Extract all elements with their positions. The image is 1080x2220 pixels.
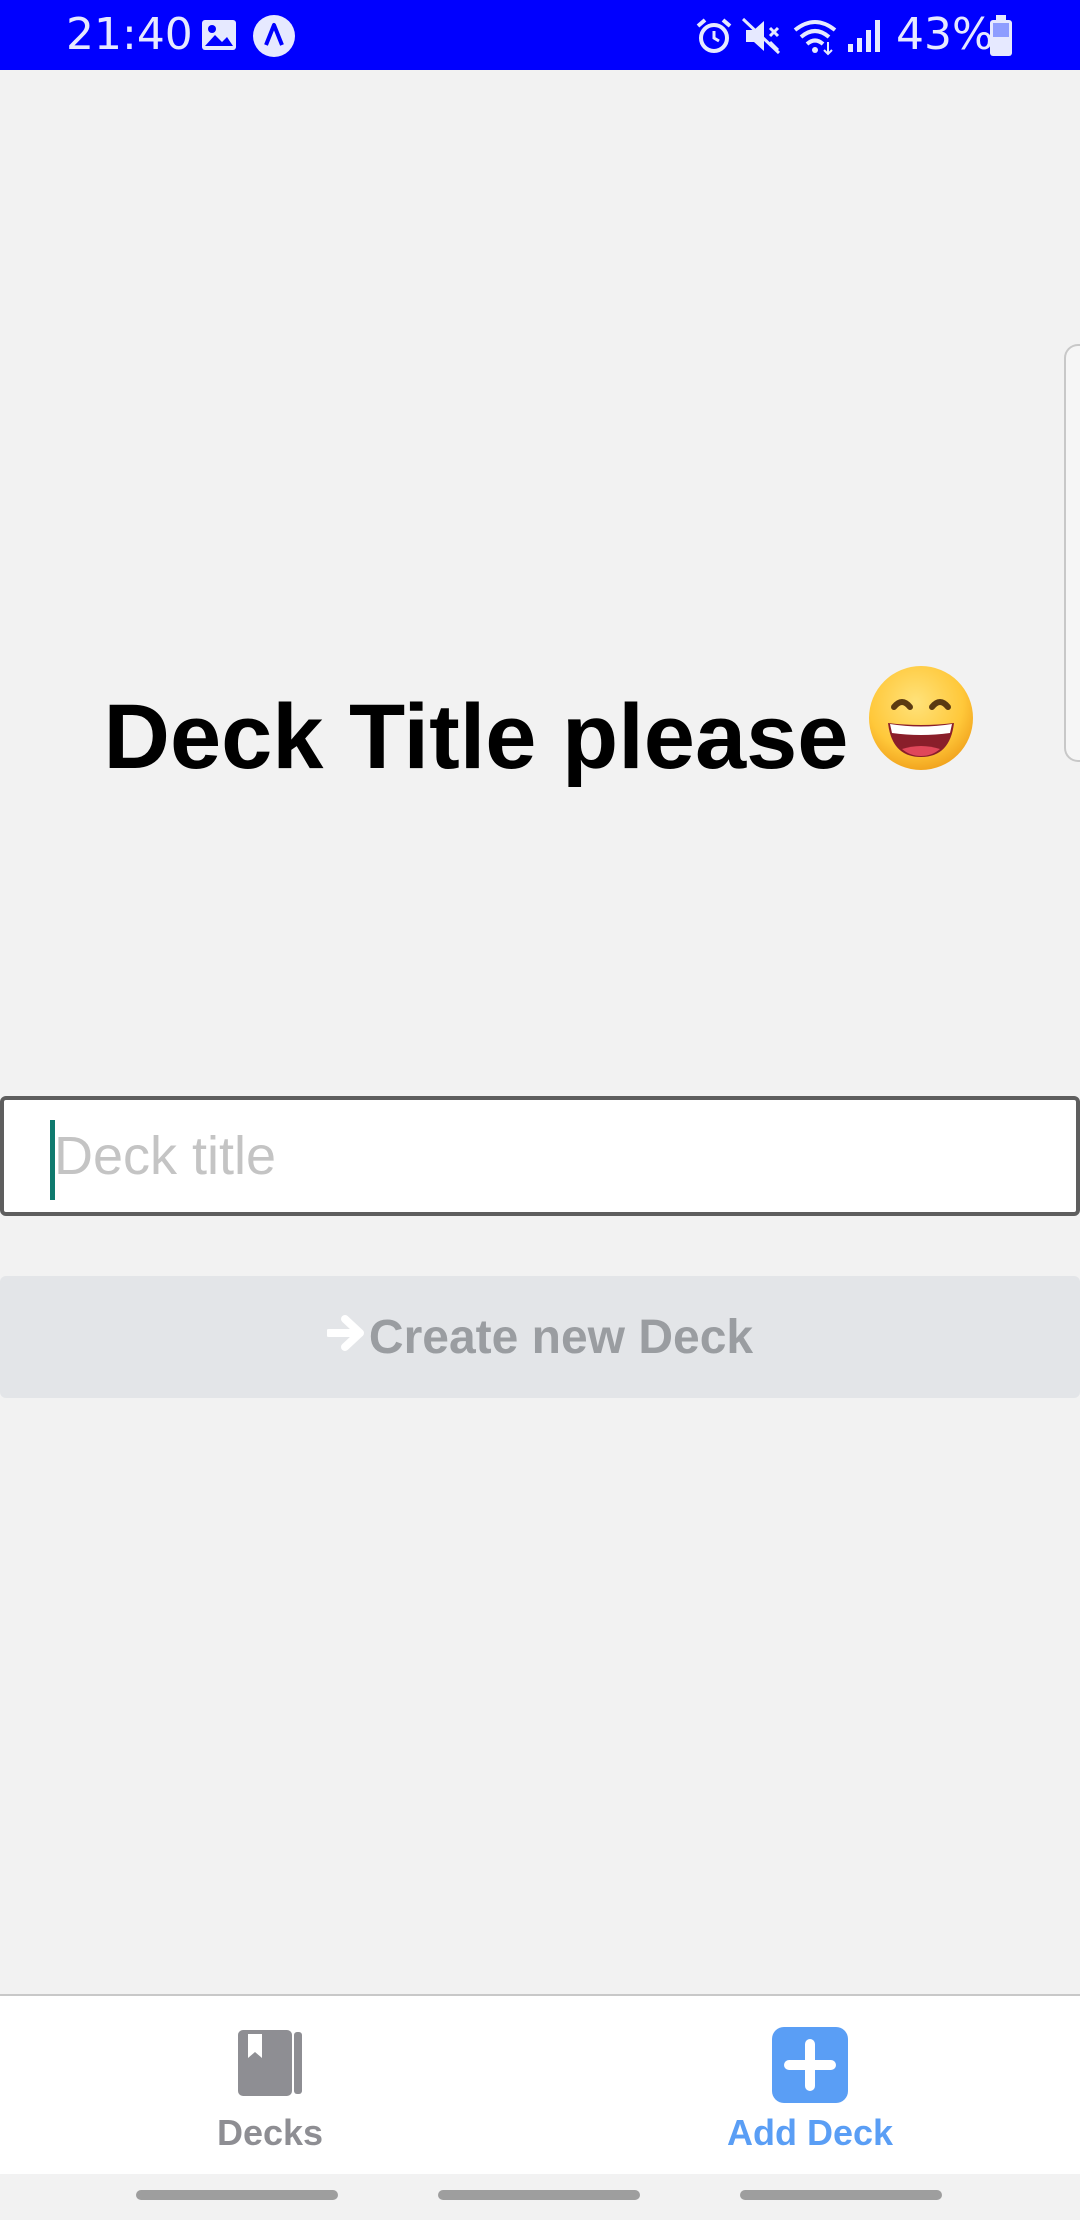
deck-title-input[interactable]: [48, 1114, 1044, 1198]
bottom-tab-bar: Decks Add Deck: [0, 1994, 1080, 2176]
wifi-icon: [792, 16, 838, 61]
tab-add-deck-label: Add Deck: [726, 2112, 894, 2153]
alarm-icon: [694, 16, 734, 61]
battery-percent: 43%: [896, 9, 994, 60]
tab-add-deck[interactable]: Add Deck: [540, 1996, 1080, 2176]
signal-icon: [846, 16, 886, 61]
image-icon: [200, 16, 238, 59]
plus-square-icon: [770, 2026, 850, 2109]
gesture-hint-recents[interactable]: [136, 2190, 338, 2200]
page-title: Deck Title please: [0, 665, 1080, 807]
create-new-deck-button[interactable]: Create new Deck: [0, 1276, 1080, 1398]
create-new-deck-label: Create new Deck: [368, 1310, 754, 1364]
tab-decks[interactable]: Decks: [0, 1996, 540, 2176]
page-title-text: Deck Title please: [103, 686, 849, 788]
deck-title-field[interactable]: [0, 1096, 1080, 1216]
grinning-face-emoji-icon: [866, 663, 976, 807]
status-bar: 21:40 43%: [0, 0, 1080, 70]
arrow-right-icon: [324, 1310, 367, 1365]
book-icon: [234, 2026, 306, 2103]
gesture-navigation-bar: [0, 2174, 1080, 2220]
gesture-hint-back[interactable]: [740, 2190, 942, 2200]
status-time: 21:40: [66, 9, 193, 60]
mute-vibrate-icon: [740, 16, 782, 61]
tab-decks-label: Decks: [216, 2112, 324, 2153]
battery-icon: [988, 14, 1014, 63]
navigation-a-icon: [252, 14, 296, 63]
gesture-hint-home[interactable]: [438, 2190, 640, 2200]
text-cursor: [50, 1120, 55, 1200]
